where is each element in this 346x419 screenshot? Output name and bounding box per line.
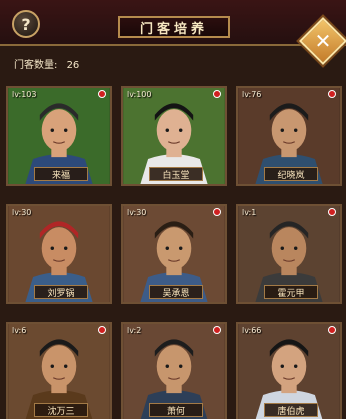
retainer-card[interactable]: lv:103 来福 xyxy=(6,86,112,186)
close-icon: ✕ xyxy=(314,29,332,53)
notification-dot-icon xyxy=(328,208,336,216)
notification-dot-icon xyxy=(328,326,336,334)
retainer-level: lv:2 xyxy=(127,326,142,335)
retainer-card[interactable]: lv:66 唐伯虎 xyxy=(236,322,342,419)
notification-dot-icon xyxy=(213,208,221,216)
retainer-name: 白玉堂 xyxy=(149,167,203,181)
retainer-count-label: 门客数量: xyxy=(14,60,58,71)
retainer-name: 萧何 xyxy=(149,403,203,417)
retainer-level: lv:66 xyxy=(242,326,262,335)
retainer-name: 吴承恩 xyxy=(149,285,203,299)
retainer-level: lv:30 xyxy=(127,208,147,217)
retainer-level: lv:103 xyxy=(12,90,37,99)
notification-dot-icon xyxy=(213,326,221,334)
retainer-card[interactable]: lv:1 霍元甲 xyxy=(236,204,342,304)
retainer-name: 霍元甲 xyxy=(264,285,318,299)
retainer-card[interactable]: lv:30 吴承恩 xyxy=(121,204,227,304)
notification-dot-icon xyxy=(98,90,106,98)
retainer-card[interactable]: lv:100 白玉堂 xyxy=(121,86,227,186)
retainer-level: lv:76 xyxy=(242,90,262,99)
retainer-card[interactable]: lv:76 纪晓岚 xyxy=(236,86,342,186)
retainer-name: 刘罗锅 xyxy=(34,285,88,299)
retainer-name: 唐伯虎 xyxy=(264,403,318,417)
retainer-level: lv:1 xyxy=(242,208,257,217)
page-title: 门客培养 xyxy=(139,21,208,37)
notification-dot-icon xyxy=(213,90,221,98)
title-banner: 门客培养 xyxy=(118,16,230,38)
retainer-card[interactable]: lv:30 刘罗锅 xyxy=(6,204,112,304)
retainer-name: 沈万三 xyxy=(34,403,88,417)
notification-dot-icon xyxy=(328,90,336,98)
help-button[interactable]: ? xyxy=(12,10,40,38)
retainer-card[interactable]: lv:6 沈万三 xyxy=(6,322,112,419)
retainer-level: lv:6 xyxy=(12,326,27,335)
retainer-grid: lv:103 来福 lv:100 白玉堂 lv:76 纪晓岚 lv:30 刘罗锅 lv:30 吴承… xyxy=(6,86,342,419)
question-icon: ? xyxy=(21,14,31,34)
retainer-name: 来福 xyxy=(34,167,88,181)
retainer-count: 门客数量: 26 xyxy=(14,56,79,71)
retainer-level: lv:30 xyxy=(12,208,32,217)
retainer-level: lv:100 xyxy=(127,90,152,99)
header-bar: ? 门客培养 xyxy=(0,0,346,46)
notification-dot-icon xyxy=(98,326,106,334)
retainer-name: 纪晓岚 xyxy=(264,167,318,181)
retainer-card[interactable]: lv:2 萧何 xyxy=(121,322,227,419)
retainer-count-value: 26 xyxy=(66,60,80,71)
